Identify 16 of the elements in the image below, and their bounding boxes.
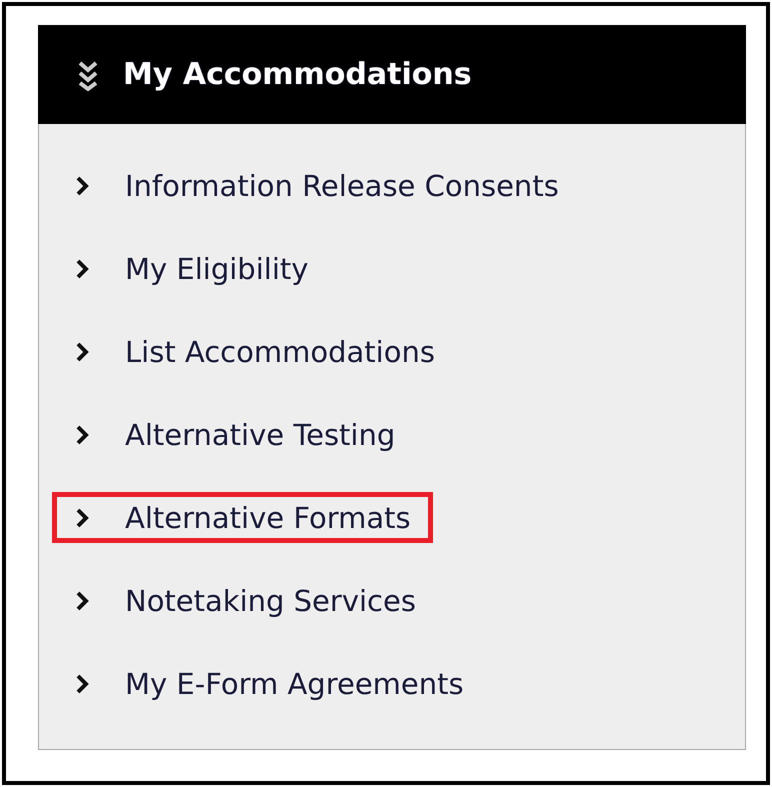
- menu-link[interactable]: My Eligibility: [57, 248, 326, 289]
- menu-link[interactable]: My E-Form Agreements: [57, 663, 481, 704]
- menu-link[interactable]: List Accommodations: [57, 331, 452, 372]
- menu-link[interactable]: Information Release Consents: [57, 165, 576, 206]
- panel-title: My Accommodations: [123, 57, 472, 92]
- chevron-icon: [75, 672, 90, 694]
- double-chevron-icon[interactable]: [77, 58, 99, 90]
- chevron-icon: [75, 174, 90, 196]
- menu-link[interactable]: Alternative Testing: [57, 414, 412, 455]
- menu-link[interactable]: Notetaking Services: [57, 580, 433, 621]
- chevron-icon: [75, 340, 90, 362]
- chevron-icon: [75, 590, 90, 612]
- chevron-icon: [75, 258, 90, 280]
- chevron-icon: [75, 506, 90, 528]
- menu-link[interactable]: Alternative Formats: [57, 497, 428, 538]
- chevron-icon: [75, 424, 90, 446]
